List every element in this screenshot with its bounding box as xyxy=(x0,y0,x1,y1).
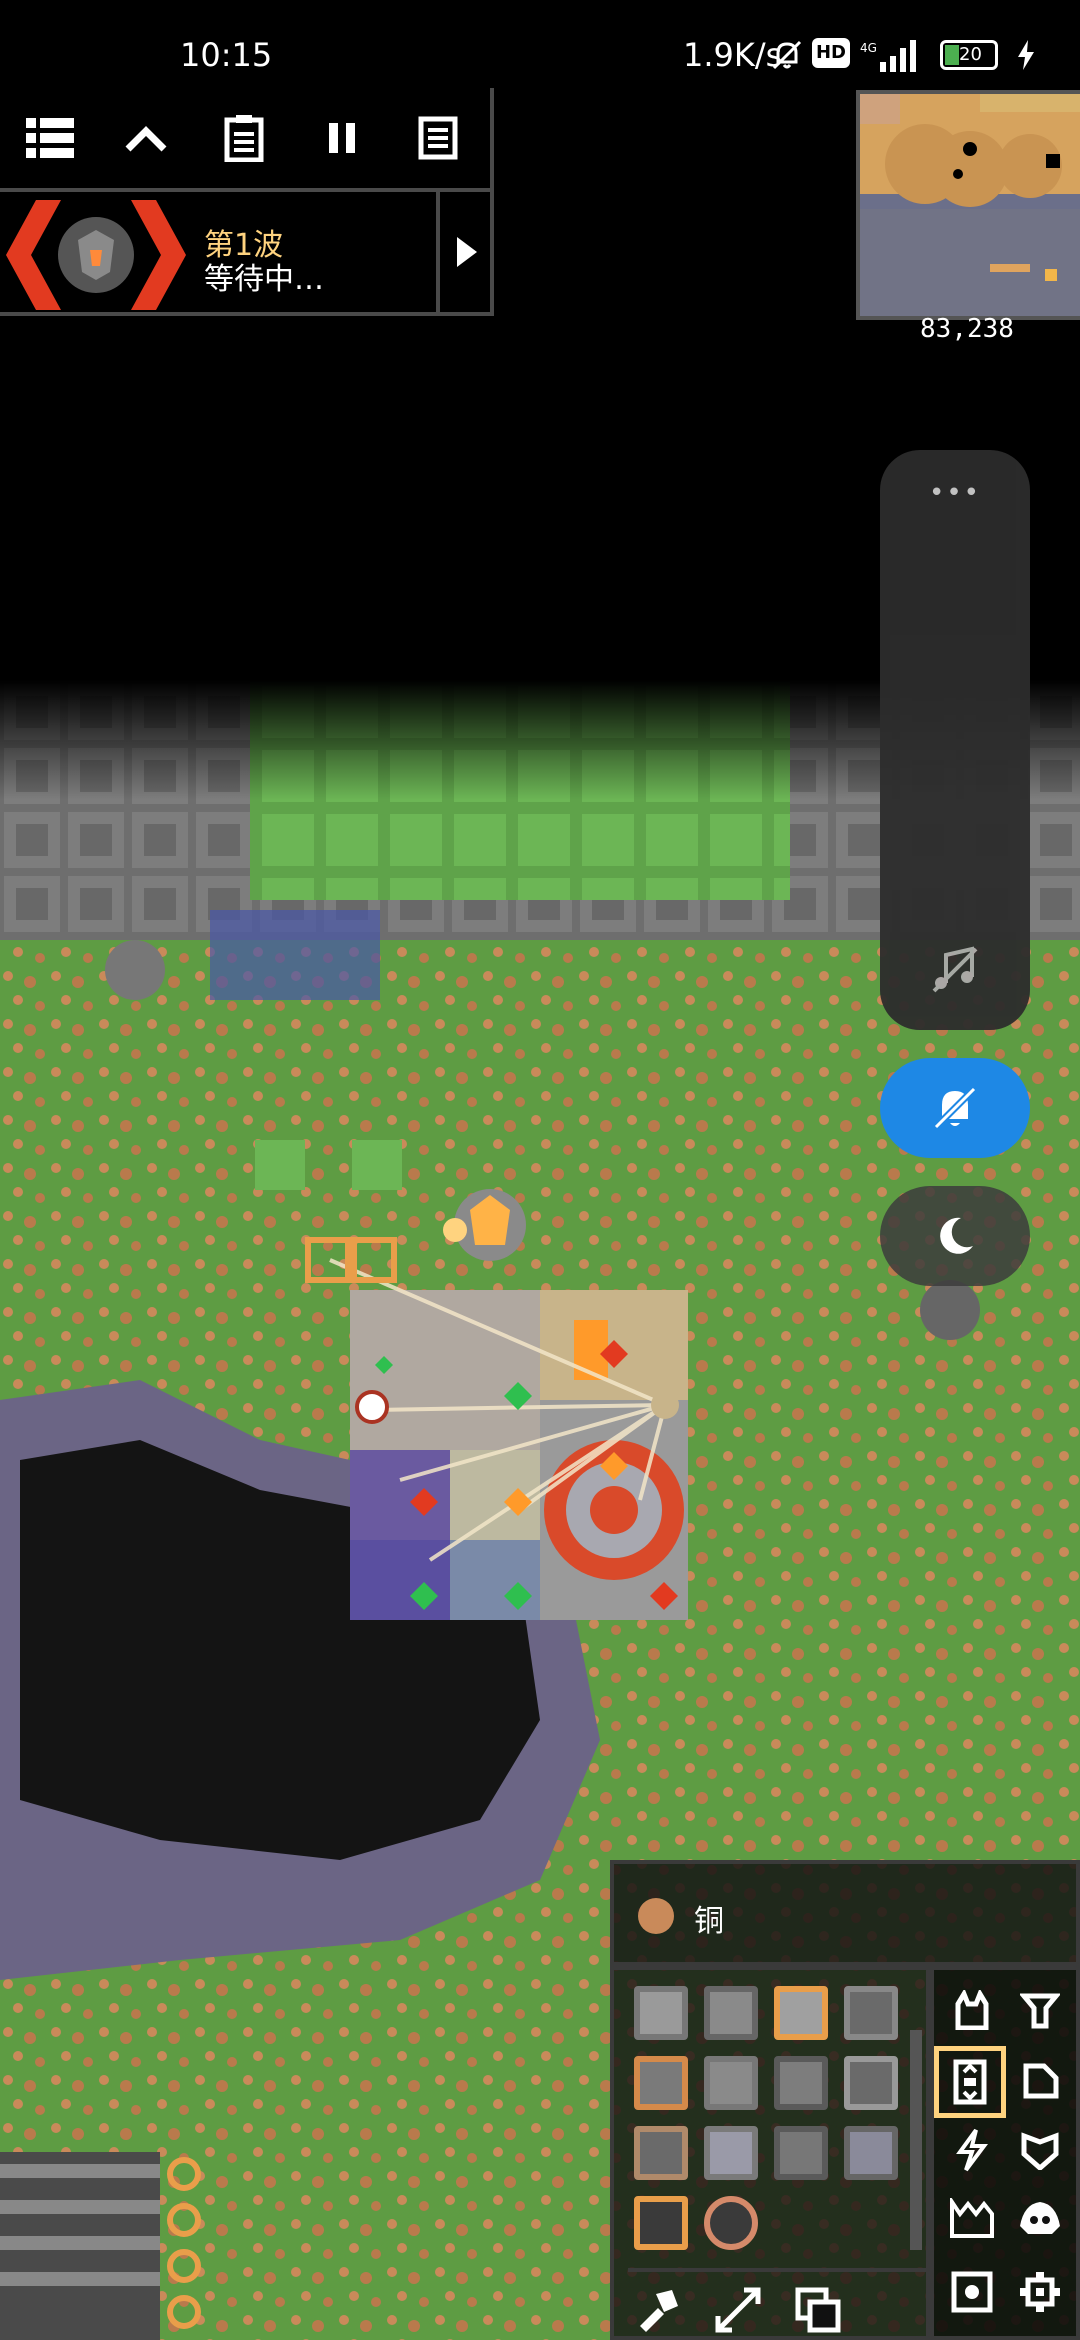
toolbar xyxy=(0,88,494,192)
wave-status: 等待中… xyxy=(204,262,324,297)
menu-icon xyxy=(26,118,74,158)
block-phase-wall[interactable] xyxy=(844,2056,898,2110)
signal-icon: 4G xyxy=(860,40,916,72)
category-bar xyxy=(930,1966,1080,2340)
collapse-button[interactable] xyxy=(116,108,176,168)
category-gear[interactable] xyxy=(1010,2262,1070,2322)
selected-block-name: 铜 xyxy=(694,1904,724,1939)
document-icon xyxy=(418,116,458,160)
build-menu: 铜 xyxy=(610,1860,1080,2340)
hd-badge: HD xyxy=(812,38,850,68)
minimap[interactable] xyxy=(856,90,1080,320)
moon-icon xyxy=(940,1217,973,1254)
wave-panel: 第1波 等待中… xyxy=(0,192,494,316)
pause-button[interactable] xyxy=(312,108,372,168)
category-crafting[interactable] xyxy=(934,2046,1006,2118)
objectives-button[interactable] xyxy=(408,108,468,168)
block-copper-wall[interactable] xyxy=(634,1986,688,2040)
music-toggle-button[interactable] xyxy=(880,920,1030,1020)
power-icon xyxy=(956,2128,988,2172)
category-power[interactable] xyxy=(942,2120,1002,2180)
mute-notifications-button[interactable] xyxy=(880,1058,1030,1158)
block-info-panel: 铜 xyxy=(610,1860,1080,1966)
block-mender[interactable] xyxy=(634,2196,688,2250)
category-defense[interactable] xyxy=(1010,2050,1070,2110)
bell-off-icon xyxy=(933,1086,977,1130)
block-door-large[interactable] xyxy=(774,2126,828,2180)
block-titanium-wall-large[interactable] xyxy=(844,1986,898,2040)
night-mode-button[interactable] xyxy=(880,1186,1030,1286)
block-copper-wall-large[interactable] xyxy=(704,1986,758,2040)
database-button[interactable] xyxy=(214,108,274,168)
category-logic[interactable] xyxy=(942,2262,1002,2322)
more-options-button[interactable]: ••• xyxy=(880,478,1030,508)
enemy-core-icon xyxy=(6,200,186,310)
block-grid xyxy=(610,1966,930,2340)
play-icon xyxy=(457,237,477,267)
coordinates-readout: 83,238 xyxy=(920,314,1014,344)
gear-icon xyxy=(1020,2272,1060,2312)
hammer-icon xyxy=(640,2290,678,2332)
menu-button[interactable] xyxy=(20,108,80,168)
pause-icon xyxy=(329,123,355,153)
minimap-terrain xyxy=(860,94,1080,316)
deconstruct-button[interactable] xyxy=(634,2286,682,2338)
charging-icon xyxy=(1018,40,1034,70)
net-speed: 1.9K/s xyxy=(683,36,783,74)
category-turret[interactable] xyxy=(942,1980,1002,2040)
chevron-up-icon xyxy=(125,126,167,152)
crafting-icon xyxy=(953,2059,987,2105)
block-grid-scrollbar[interactable] xyxy=(910,2030,922,2250)
block-scrap-wall[interactable] xyxy=(844,2126,898,2180)
schematic-select-button[interactable] xyxy=(714,2286,762,2338)
floating-side-panel: ••• xyxy=(880,450,1030,1030)
distribution-icon xyxy=(1020,1993,1060,2029)
block-thorium-wall[interactable] xyxy=(704,2056,758,2110)
music-off-icon xyxy=(932,946,978,993)
expand-icon xyxy=(715,2287,761,2333)
battery-icon: 20 xyxy=(940,40,998,70)
block-titanium-wall[interactable] xyxy=(774,1986,828,2040)
category-effect[interactable] xyxy=(1010,2120,1070,2180)
production-icon xyxy=(950,2198,994,2238)
hud-panel: 第1波 等待中… xyxy=(0,88,494,318)
block-overdrive[interactable] xyxy=(704,2196,758,2250)
category-production[interactable] xyxy=(942,2188,1002,2248)
turret-icon xyxy=(955,1990,989,2030)
copy-icon xyxy=(795,2287,841,2333)
effect-icon xyxy=(1021,2132,1059,2170)
clipboard-icon xyxy=(224,115,264,162)
block-plastanium-wall[interactable] xyxy=(634,2056,688,2110)
status-bar: 10:15 1.9K/s HD 4G 20 xyxy=(0,0,1080,100)
block-thorium-wall-large[interactable] xyxy=(774,2056,828,2110)
copper-ore-icon xyxy=(638,1898,674,1934)
svg-text:4G: 4G xyxy=(860,41,877,55)
bell-mute-icon xyxy=(772,40,802,70)
clock: 10:15 xyxy=(180,36,273,74)
tools-divider xyxy=(628,2268,928,2272)
category-distribution[interactable] xyxy=(1010,1980,1070,2040)
category-units[interactable] xyxy=(1010,2188,1070,2248)
core-base xyxy=(350,1290,688,1620)
block-surge-wall[interactable] xyxy=(634,2126,688,2180)
logic-icon xyxy=(951,2271,993,2313)
copy-button[interactable] xyxy=(794,2286,842,2338)
defense-icon xyxy=(1023,2063,1059,2099)
block-door[interactable] xyxy=(704,2126,758,2180)
units-icon xyxy=(1020,2202,1060,2234)
skip-wave-button[interactable] xyxy=(436,192,494,312)
